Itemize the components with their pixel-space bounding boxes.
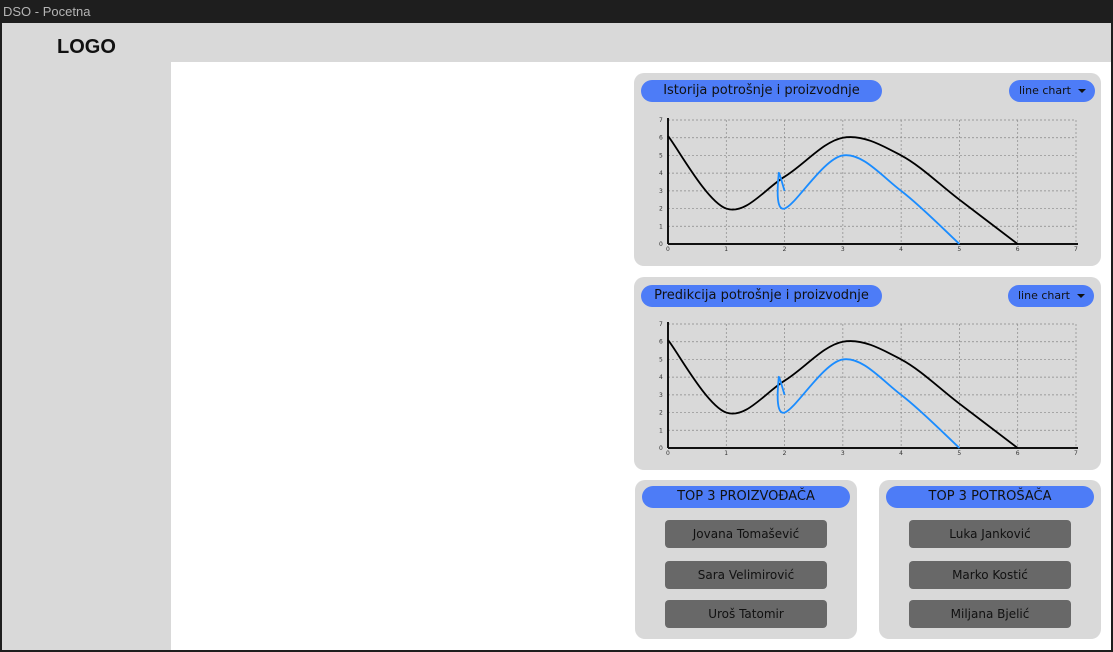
x-tick-label: 7	[1074, 450, 1078, 457]
producer-item[interactable]: Jovana Tomašević	[665, 520, 827, 548]
series-line-1	[776, 154, 961, 245]
consumer-item[interactable]: Luka Janković	[909, 520, 1071, 548]
x-tick-label: 3	[841, 246, 845, 253]
y-tick-label: 6	[659, 135, 663, 142]
history-card: Istorija potrošnje i proizvodnje line ch…	[634, 73, 1101, 266]
x-tick-label: 0	[666, 450, 670, 457]
y-tick-label: 5	[659, 356, 663, 363]
x-tick-label: 6	[1016, 450, 1020, 457]
y-tick-label: 7	[659, 321, 663, 328]
window-title: DSO - Pocetna	[0, 0, 1113, 23]
x-tick-label: 7	[1074, 246, 1078, 253]
y-tick-label: 0	[659, 445, 663, 452]
y-tick-label: 2	[659, 410, 663, 417]
sidebar	[2, 62, 171, 650]
x-tick-label: 4	[899, 246, 903, 253]
producer-item[interactable]: Uroš Tatomir	[665, 600, 827, 628]
x-tick-label: 5	[957, 450, 961, 457]
history-chart: 0 1 2 3 4 5 6 7 0 1 2 3 4 5 6 7	[659, 117, 1078, 253]
consumer-item[interactable]: Miljana Bjelić	[909, 600, 1071, 628]
x-tick-label: 1	[724, 246, 728, 253]
x-tick-label: 5	[957, 246, 961, 253]
y-tick-label: 5	[659, 152, 663, 159]
x-tick-label: 0	[666, 246, 670, 253]
y-tick-label: 3	[659, 188, 663, 195]
top-consumers-title: TOP 3 POTROŠAČA	[886, 486, 1094, 508]
x-tick-label: 1	[724, 450, 728, 457]
app-frame: LOGO Istorija potrošnje i proizvodnje li…	[2, 23, 1111, 650]
y-tick-label: 6	[659, 339, 663, 346]
top-producers-card: TOP 3 PROIZVOĐAČA Jovana Tomašević Sara …	[635, 480, 857, 639]
y-tick-label: 1	[659, 427, 663, 434]
top-producers-title: TOP 3 PROIZVOĐAČA	[642, 486, 850, 508]
consumer-item[interactable]: Marko Kostić	[909, 561, 1071, 589]
x-tick-label: 6	[1016, 246, 1020, 253]
y-tick-label: 3	[659, 392, 663, 399]
y-tick-label: 1	[659, 223, 663, 230]
series-line-1	[776, 358, 961, 449]
y-tick-label: 4	[659, 374, 663, 381]
x-tick-label: 2	[783, 450, 787, 457]
x-tick-label: 3	[841, 450, 845, 457]
x-tick-label: 4	[899, 450, 903, 457]
logo[interactable]: LOGO	[57, 36, 116, 59]
y-tick-label: 0	[659, 241, 663, 248]
prediction-card: Predikcija potrošnje i proizvodnje line …	[634, 277, 1101, 470]
producer-item[interactable]: Sara Velimirović	[665, 561, 827, 589]
grid	[668, 323, 1077, 448]
x-tick-label: 2	[783, 246, 787, 253]
prediction-chart: 0 1 2 3 4 5 6 7 0 1 2 3 4 5 6 7	[659, 321, 1078, 457]
grid	[668, 119, 1077, 244]
y-tick-label: 7	[659, 117, 663, 124]
y-tick-label: 2	[659, 206, 663, 213]
y-tick-label: 4	[659, 170, 663, 177]
top-consumers-card: TOP 3 POTROŠAČA Luka Janković Marko Kost…	[879, 480, 1101, 639]
